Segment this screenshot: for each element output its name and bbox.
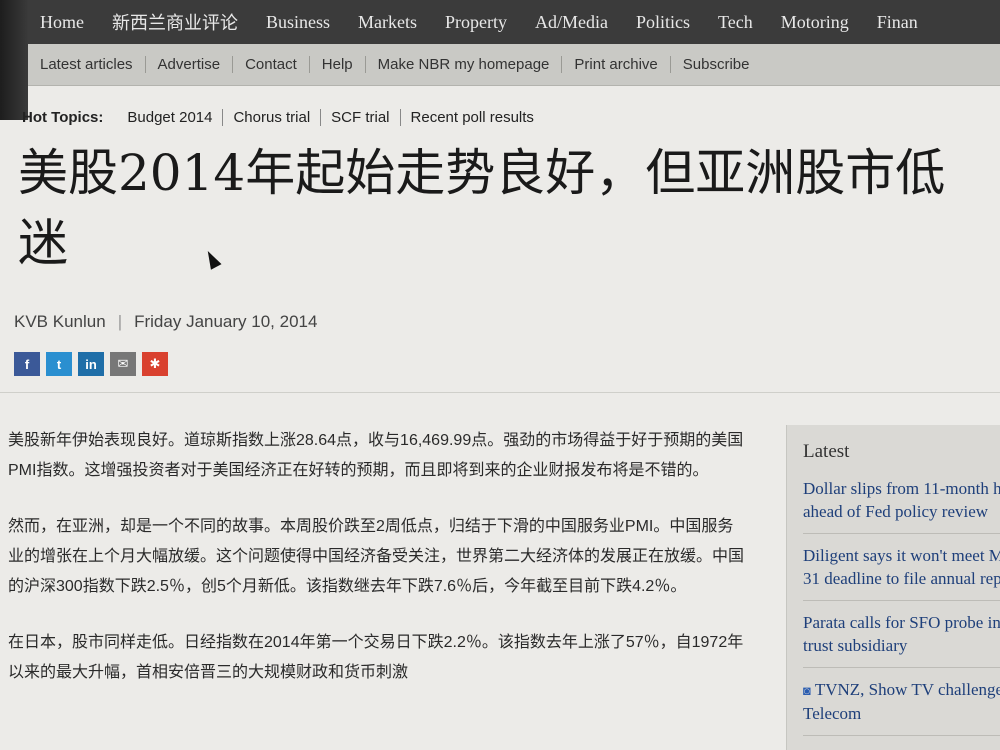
facebook-icon[interactable]: f: [14, 352, 40, 376]
subnav-print-archive[interactable]: Print archive: [562, 56, 671, 73]
linkedin-icon[interactable]: in: [78, 352, 104, 376]
nav-property[interactable]: Property: [431, 12, 521, 33]
nav-home[interactable]: Home: [28, 12, 98, 33]
article-headline: 美股2014年起始走势良好，但亚洲股市低迷: [18, 144, 946, 272]
subnav-contact[interactable]: Contact: [233, 56, 310, 73]
nav-motoring[interactable]: Motoring: [767, 12, 863, 33]
latest-article-link[interactable]: Dollar slips from 11-month high ahead of…: [803, 477, 1000, 534]
hot-topic-link[interactable]: Chorus trial: [223, 108, 322, 126]
hot-topics-bar: Hot Topics: Budget 2014 Chorus trial SCF…: [22, 104, 544, 130]
article-paragraph: 然而，在亚洲，却是一个不同的故事。本周股价跌至2周低点，归结于下滑的中国服务业P…: [8, 518, 745, 595]
subnav-latest-articles[interactable]: Latest articles: [28, 56, 146, 73]
twitter-icon[interactable]: t: [46, 352, 72, 376]
hot-topic-link[interactable]: SCF trial: [321, 108, 401, 126]
video-badge-icon: ◙: [803, 683, 811, 698]
article-paragraph: 美股新年伊始表现良好。道琼斯指数上涨28.64点，收与16,469.99点。强劲…: [8, 432, 744, 479]
hot-topic-link[interactable]: Budget 2014: [117, 108, 224, 126]
latest-sidebar: Latest Dollar slips from 11-month high a…: [786, 425, 1000, 750]
nav-tech[interactable]: Tech: [704, 12, 767, 33]
hot-topics-label: Hot Topics:: [22, 108, 104, 126]
article-paragraph: 在日本，股市同样走低。日经指数在2014年第一个交易日下跌2.2％。该指数去年上…: [8, 634, 744, 681]
article-body: 美股新年伊始表现良好。道琼斯指数上涨28.64点，收与16,469.99点。强劲…: [8, 426, 748, 714]
latest-article-link[interactable]: Parata calls for SFO probe into trust su…: [803, 611, 1000, 668]
content-divider: [0, 392, 1000, 393]
latest-article-link-text: TVNZ, Show TV challenges sees Telecom: [803, 680, 1000, 723]
top-navigation: Home 新西兰商业评论 Business Markets Property A…: [28, 0, 1000, 44]
article-byline: KVB Kunlun | Friday January 10, 2014: [14, 312, 317, 332]
bookmark-icon[interactable]: ✱: [142, 352, 168, 376]
sidebar-title: Latest: [803, 441, 850, 462]
article-author[interactable]: KVB Kunlun: [14, 312, 106, 332]
sub-navigation: Latest articles Advertise Contact Help M…: [28, 44, 1000, 86]
article-date: Friday January 10, 2014: [134, 312, 318, 331]
subnav-advertise[interactable]: Advertise: [146, 56, 234, 73]
byline-separator: |: [117, 312, 123, 331]
nav-politics[interactable]: Politics: [622, 12, 704, 33]
latest-article-link[interactable]: Diligent says it won't meet March 31 dea…: [803, 544, 1000, 601]
subnav-help[interactable]: Help: [310, 56, 366, 73]
nav-business[interactable]: Business: [252, 12, 344, 33]
email-icon[interactable]: ✉: [110, 352, 136, 376]
nav-ad-media[interactable]: Ad/Media: [521, 12, 622, 33]
subnav-subscribe[interactable]: Subscribe: [671, 56, 762, 73]
nav-finance[interactable]: Finan: [863, 12, 932, 33]
share-icons: f t in ✉ ✱: [14, 352, 168, 376]
nav-markets[interactable]: Markets: [344, 12, 431, 33]
latest-article-link[interactable]: ◙TVNZ, Show TV challenges sees Telecom: [803, 678, 1000, 736]
screen-bezel-left: [0, 0, 28, 120]
subnav-make-homepage[interactable]: Make NBR my homepage: [366, 56, 563, 73]
hot-topic-link[interactable]: Recent poll results: [401, 109, 544, 126]
nav-chinese-edition[interactable]: 新西兰商业评论: [98, 9, 252, 35]
